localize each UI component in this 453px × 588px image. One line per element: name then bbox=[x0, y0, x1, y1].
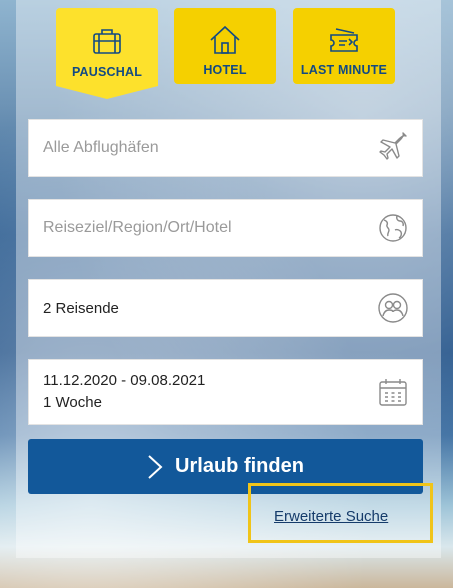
destination-field[interactable]: Reiseziel/Region/Ort/Hotel bbox=[28, 199, 423, 257]
duration-value: 1 Woche bbox=[43, 394, 102, 411]
globe-icon bbox=[379, 214, 407, 242]
tab-label: PAUSCHAL bbox=[71, 65, 143, 79]
suitcase-icon bbox=[93, 29, 121, 54]
date-field[interactable]: 11.12.2020 - 09.08.2021 1 Woche bbox=[28, 359, 423, 425]
tab-last-minute[interactable]: LAST MINUTE bbox=[293, 8, 395, 84]
date-range-value: 11.12.2020 - 09.08.2021 bbox=[43, 372, 206, 389]
chevron-right-icon bbox=[148, 454, 163, 479]
travelers-icon bbox=[378, 293, 408, 323]
travelers-field[interactable]: 2 Reisende bbox=[28, 279, 423, 337]
departure-field[interactable]: Alle Abflughäfen bbox=[28, 119, 423, 177]
house-icon bbox=[210, 25, 240, 54]
tab-label: HOTEL bbox=[203, 63, 247, 77]
tab-pauschal[interactable]: PAUSCHAL bbox=[56, 8, 158, 99]
advanced-search-link[interactable]: Erweiterte Suche bbox=[274, 508, 388, 525]
airplane-icon bbox=[379, 132, 407, 160]
ticket-icon bbox=[330, 28, 358, 52]
destination-placeholder: Reiseziel/Region/Ort/Hotel bbox=[43, 219, 232, 236]
tab-label: LAST MINUTE bbox=[300, 63, 388, 77]
departure-placeholder: Alle Abflughäfen bbox=[43, 139, 159, 156]
travelers-value: 2 Reisende bbox=[43, 299, 119, 317]
calendar-icon bbox=[379, 379, 407, 406]
search-button-label: Urlaub finden bbox=[175, 455, 304, 477]
tab-hotel[interactable]: HOTEL bbox=[174, 8, 276, 84]
